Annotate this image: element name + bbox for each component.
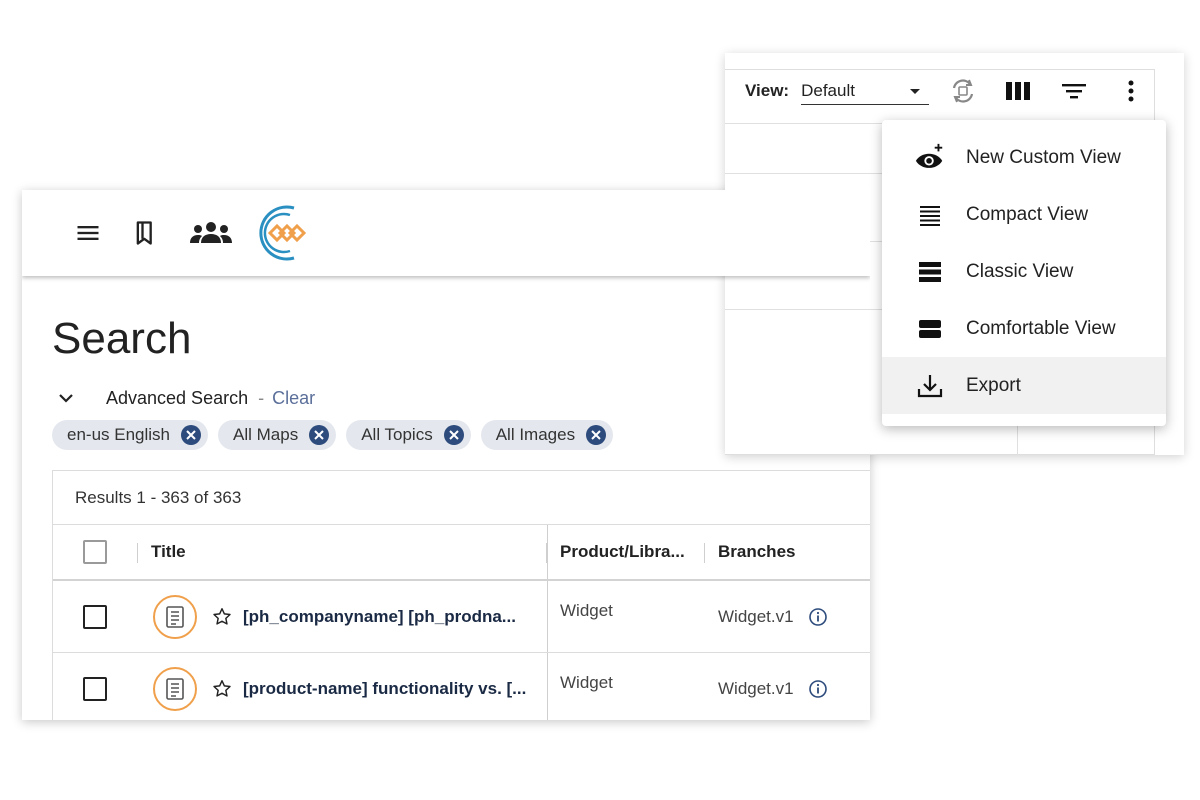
- row-checkbox[interactable]: [83, 604, 107, 629]
- menu-item-comfortable-view[interactable]: Comfortable View: [882, 300, 1166, 357]
- menu-item-label: Comfortable View: [966, 317, 1116, 339]
- row-checkbox-cell: [83, 653, 107, 720]
- column-divider: [704, 543, 705, 563]
- view-select-value: Default: [801, 80, 855, 100]
- menu-item-label: Compact View: [966, 203, 1089, 225]
- columns-icon[interactable]: [1003, 76, 1033, 106]
- title-cell: [ph_companyname] [ph_prodna...: [153, 581, 516, 652]
- eye-plus-icon: [914, 142, 946, 174]
- download-icon: [914, 370, 946, 402]
- product-cell: Widget: [560, 575, 613, 646]
- view-label: View:: [745, 81, 790, 100]
- chip-label: en-us English: [67, 425, 171, 444]
- group-icon[interactable]: [188, 219, 234, 247]
- select-all-checkbox[interactable]: [83, 540, 107, 564]
- clear-link[interactable]: Clear: [272, 388, 315, 409]
- advanced-search-separator: -: [258, 387, 265, 408]
- chip-label: All Topics: [361, 425, 433, 444]
- column-header-title[interactable]: Title: [151, 525, 186, 579]
- branch-cell: Widget.v1: [718, 581, 828, 652]
- table-row[interactable]: [ph_companyname] [ph_prodna... Widget Wi…: [53, 581, 870, 653]
- caret-down-icon: [907, 83, 923, 99]
- row-product: Widget: [560, 600, 613, 620]
- divider: [725, 173, 885, 174]
- star-icon[interactable]: [211, 678, 233, 700]
- results-summary: Results 1 - 363 of 363: [53, 471, 870, 525]
- chip-label: All Maps: [233, 425, 299, 444]
- info-icon[interactable]: [808, 679, 828, 699]
- view-select[interactable]: Default: [801, 77, 930, 105]
- view-menu: New Custom View Compact View Classic Vie…: [882, 120, 1166, 426]
- close-icon[interactable]: [180, 424, 202, 446]
- filter-chip-language[interactable]: en-us English: [52, 420, 209, 450]
- menu-item-label: Classic View: [966, 260, 1074, 282]
- divider: [725, 309, 885, 310]
- results-panel: Results 1 - 363 of 363 Title Product/Lib…: [52, 470, 870, 720]
- row-product: Widget: [560, 672, 613, 692]
- hamburger-icon[interactable]: [74, 219, 102, 247]
- row-branch: Widget.v1: [718, 606, 794, 626]
- table-header: Title Product/Libra... Branches: [53, 525, 870, 581]
- column-divider: [546, 543, 547, 563]
- top-app-bar: [22, 190, 870, 276]
- menu-item-label: New Custom View: [966, 146, 1121, 168]
- search-card: Search Advanced Search - Clear en-us Eng…: [22, 190, 870, 720]
- bookmark-icon[interactable]: [132, 219, 160, 247]
- filter-chip-images[interactable]: All Images: [480, 420, 614, 450]
- document-icon: [153, 666, 197, 711]
- chevron-down-icon[interactable]: [54, 386, 78, 410]
- menu-item-label: Export: [966, 374, 1021, 396]
- close-icon[interactable]: [443, 424, 465, 446]
- menu-item-classic-view[interactable]: Classic View: [882, 243, 1166, 300]
- table-row[interactable]: [product-name] functionality vs. [... Wi…: [53, 653, 870, 720]
- info-icon[interactable]: [808, 607, 828, 627]
- divider: [725, 123, 885, 124]
- column-divider: [137, 543, 138, 563]
- chip-label: All Images: [495, 425, 576, 444]
- column-header-product[interactable]: Product/Libra...: [560, 525, 685, 579]
- classic-view-icon: [914, 256, 946, 288]
- more-vertical-icon[interactable]: [1119, 76, 1143, 106]
- row-title[interactable]: [product-name] functionality vs. [...: [243, 679, 526, 699]
- menu-item-compact-view[interactable]: Compact View: [882, 186, 1166, 243]
- filter-chips: en-us English All Maps All Topics All Im…: [52, 420, 614, 450]
- select-all-cell: [83, 525, 107, 579]
- document-icon: [153, 594, 197, 639]
- advanced-search-toggle: Advanced Search - Clear: [54, 386, 315, 410]
- column-header-branches[interactable]: Branches: [718, 525, 795, 579]
- sync-icon[interactable]: [947, 75, 979, 107]
- menu-item-export[interactable]: Export: [882, 357, 1166, 414]
- row-checkbox[interactable]: [83, 676, 107, 701]
- branch-cell: Widget.v1: [718, 653, 828, 720]
- menu-item-new-custom-view[interactable]: New Custom View: [882, 129, 1166, 186]
- compact-view-icon: [914, 199, 946, 231]
- view-toolbar: View: Default: [745, 75, 1143, 107]
- close-icon[interactable]: [308, 424, 330, 446]
- product-cell: Widget: [560, 647, 613, 718]
- comfortable-view-icon: [914, 313, 946, 345]
- logo-icon[interactable]: [250, 200, 316, 266]
- row-title[interactable]: [ph_companyname] [ph_prodna...: [243, 607, 516, 627]
- row-branch: Widget.v1: [718, 678, 794, 698]
- filter-chip-topics[interactable]: All Topics: [346, 420, 471, 450]
- row-checkbox-cell: [83, 581, 107, 652]
- filter-icon[interactable]: [1059, 76, 1089, 106]
- filter-chip-maps[interactable]: All Maps: [218, 420, 337, 450]
- title-cell: [product-name] functionality vs. [...: [153, 653, 526, 720]
- advanced-search-label[interactable]: Advanced Search: [106, 388, 248, 409]
- star-icon[interactable]: [211, 606, 233, 628]
- page-title: Search: [52, 314, 192, 363]
- close-icon[interactable]: [585, 424, 607, 446]
